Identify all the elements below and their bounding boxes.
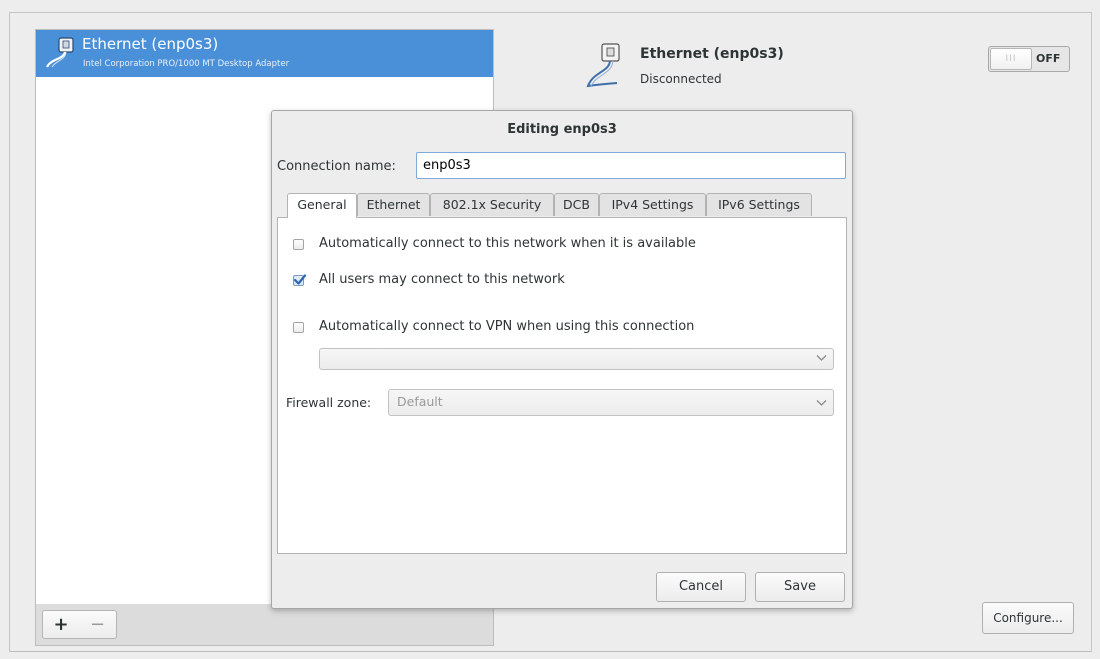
configure-button[interactable]: Configure... <box>982 602 1074 634</box>
tab-dcb[interactable]: DCB <box>554 193 599 216</box>
connection-name-input[interactable] <box>416 152 846 179</box>
device-item-ethernet[interactable]: Ethernet (enp0s3) Intel Corporation PRO/… <box>36 30 493 77</box>
general-tab-panel: Automatically connect to this network wh… <box>277 217 847 554</box>
tab-ipv6-settings[interactable]: IPv6 Settings <box>706 193 812 216</box>
auto-vpn-checkbox[interactable] <box>293 322 304 333</box>
auto-connect-checkbox[interactable] <box>293 239 304 250</box>
toggle-state-label: OFF <box>1036 52 1061 65</box>
cancel-button[interactable]: Cancel <box>656 572 746 602</box>
toggle-knob: III <box>990 48 1032 70</box>
remove-device-button[interactable]: − <box>79 610 117 639</box>
vpn-select[interactable] <box>319 348 834 370</box>
all-users-checkbox[interactable] <box>293 274 307 286</box>
add-device-button[interactable]: + <box>42 610 80 639</box>
device-title: Ethernet (enp0s3) <box>640 46 784 62</box>
chevron-down-icon <box>816 400 827 406</box>
device-name: Ethernet (enp0s3) <box>82 35 219 53</box>
device-header: Ethernet (enp0s3) Disconnected <box>585 42 905 98</box>
ethernet-icon <box>44 36 76 70</box>
connection-status: Disconnected <box>640 72 722 86</box>
tab-ethernet[interactable]: Ethernet <box>357 193 430 216</box>
chevron-down-icon <box>816 355 827 361</box>
auto-vpn-label: Automatically connect to VPN when using … <box>319 319 695 334</box>
connection-name-label: Connection name: <box>277 159 396 174</box>
checkmark-icon <box>293 274 307 285</box>
auto-connect-label: Automatically connect to this network wh… <box>319 236 696 251</box>
dialog-title: Editing enp0s3 <box>507 122 617 137</box>
firewall-zone-value: Default <box>397 394 443 409</box>
device-description: Intel Corporation PRO/1000 MT Desktop Ad… <box>83 59 290 69</box>
ethernet-icon <box>585 42 637 94</box>
all-users-label: All users may connect to this network <box>319 272 565 287</box>
firewall-zone-select[interactable]: Default <box>388 389 834 416</box>
tab-ipv4-settings[interactable]: IPv4 Settings <box>599 193 706 216</box>
tab-802-1x-security[interactable]: 802.1x Security <box>430 193 554 216</box>
edit-connection-dialog: Editing enp0s3 Connection name: General … <box>271 110 853 609</box>
tab-general[interactable]: General <box>287 193 357 218</box>
firewall-zone-label: Firewall zone: <box>286 395 372 410</box>
device-list-toolbar: + − <box>35 604 494 646</box>
connection-toggle[interactable]: III OFF <box>988 46 1070 72</box>
save-button[interactable]: Save <box>755 572 845 602</box>
